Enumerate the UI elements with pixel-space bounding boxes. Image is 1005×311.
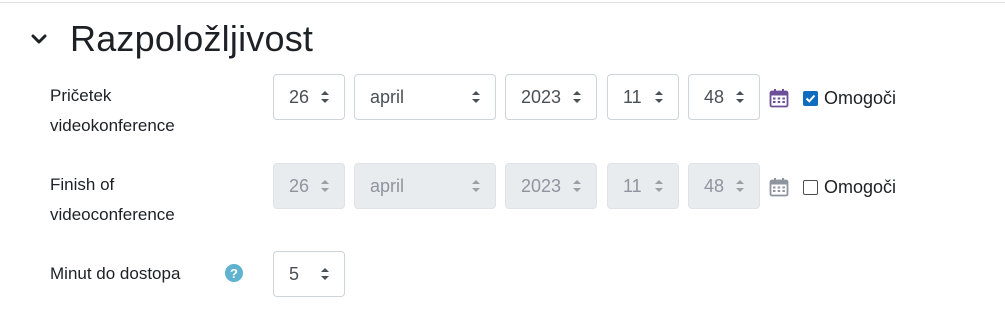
finish-hour-value: 11 (623, 175, 642, 196)
select-arrows-icon (321, 268, 329, 280)
finish-label-line1: Finish of (50, 175, 115, 194)
finish-enable-label[interactable]: Omogoči (824, 177, 896, 198)
select-arrows-icon (736, 91, 744, 103)
start-enable-checkbox[interactable] (803, 91, 818, 106)
question-circle-icon[interactable]: ? (225, 264, 243, 282)
finish-month-value: april (370, 175, 405, 196)
select-arrows-icon (655, 91, 663, 103)
finish-label-line2: videoconference (50, 205, 175, 224)
minutes-value: 5 (289, 263, 300, 284)
start-minute-select[interactable]: 48 (688, 74, 760, 120)
start-month-value: april (370, 86, 405, 107)
top-divider (0, 2, 1005, 3)
start-year-select[interactable]: 2023 (505, 74, 597, 120)
select-arrows-icon (321, 91, 329, 103)
checkmark-icon (805, 94, 816, 103)
finish-day-value: 26 (289, 175, 310, 196)
calendar-icon[interactable] (769, 88, 789, 108)
section-title: Razpoložljivost (70, 18, 314, 59)
select-arrows-icon (736, 180, 744, 192)
finish-minute-value: 48 (704, 175, 725, 196)
finish-hour-select[interactable]: 11 (607, 163, 679, 209)
finish-enable-checkbox[interactable] (803, 180, 818, 195)
minutes-select[interactable]: 5 (273, 251, 345, 297)
select-arrows-icon (472, 180, 480, 192)
start-hour-select[interactable]: 11 (607, 74, 679, 120)
finish-month-select[interactable]: april (354, 163, 496, 209)
select-arrows-icon (573, 180, 581, 192)
start-label-line2: videokonference (50, 116, 175, 135)
section-header[interactable]: Razpoložljivost (28, 16, 313, 62)
select-arrows-icon (472, 91, 480, 103)
start-day-select[interactable]: 26 (273, 74, 345, 120)
finish-minute-select[interactable]: 48 (688, 163, 760, 209)
start-day-value: 26 (289, 86, 310, 107)
start-enable-label[interactable]: Omogoči (824, 88, 896, 109)
chevron-down-icon[interactable] (28, 28, 50, 50)
finish-day-select[interactable]: 26 (273, 163, 345, 209)
select-arrows-icon (655, 180, 663, 192)
start-month-select[interactable]: april (354, 74, 496, 120)
start-minute-value: 48 (704, 86, 725, 107)
start-hour-value: 11 (623, 86, 642, 107)
select-arrows-icon (573, 91, 581, 103)
finish-year-value: 2023 (521, 175, 562, 196)
start-label-line1: Pričetek (50, 86, 112, 105)
calendar-icon[interactable] (769, 177, 789, 197)
minutes-label: Minut do dostopa (50, 264, 181, 283)
finish-year-select[interactable]: 2023 (505, 163, 597, 209)
start-year-value: 2023 (521, 86, 562, 107)
select-arrows-icon (321, 180, 329, 192)
